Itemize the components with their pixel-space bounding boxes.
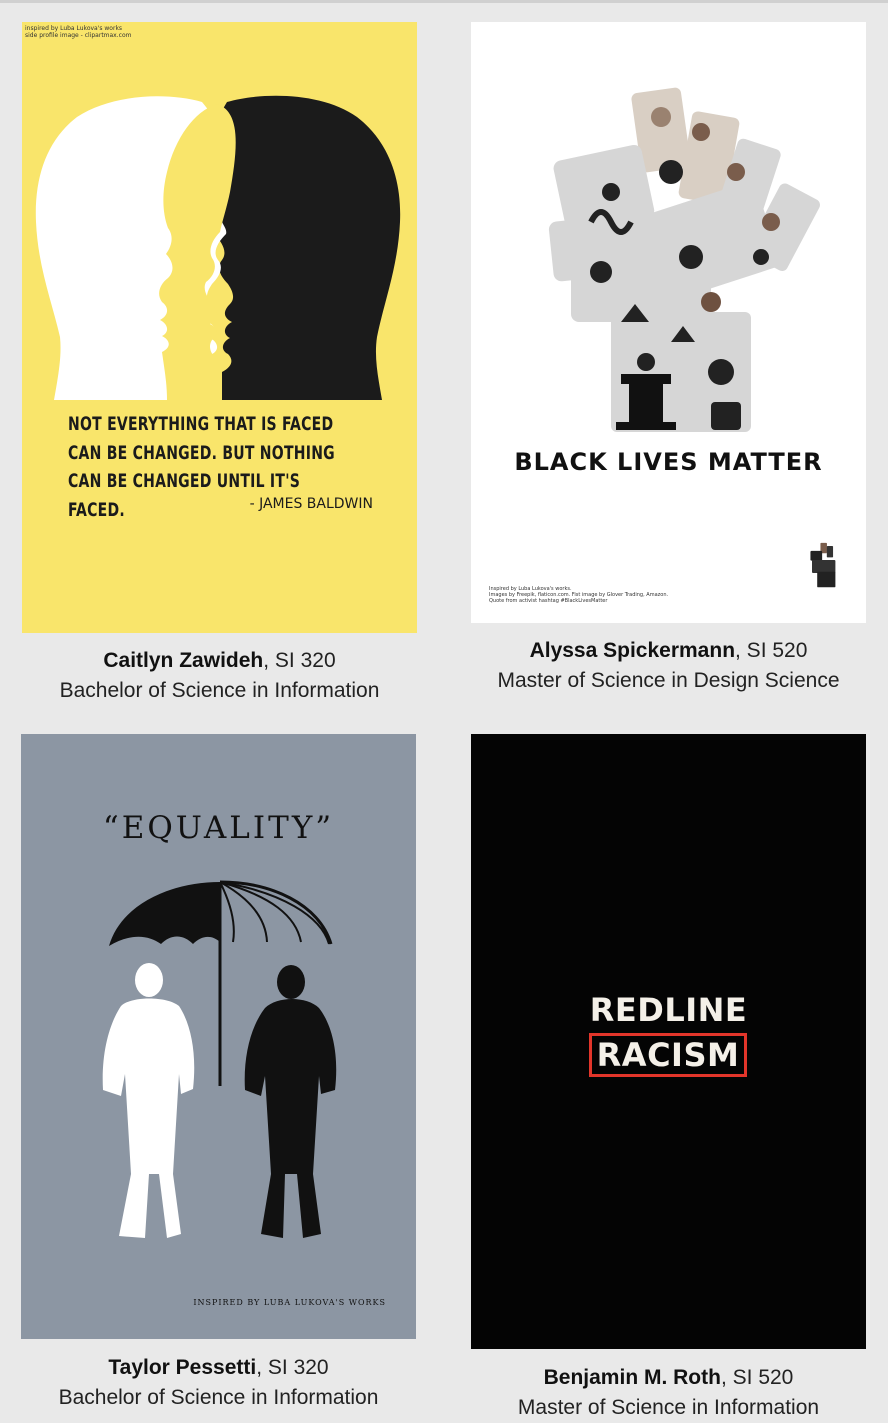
- poster-title: BLACK LIVES MATTER: [514, 448, 823, 476]
- course-code: , SI 520: [735, 639, 808, 662]
- raised-fist-illustration: [548, 87, 836, 588]
- author-name: Alyssa Spickermann: [529, 639, 736, 662]
- poster-credit: INSPIRED BY LUBA LUKOVA'S WORKS: [193, 1298, 386, 1307]
- umbrella-figures-illustration: [102, 880, 337, 1238]
- course-code: , SI 520: [720, 1366, 794, 1389]
- two-heads-illustration: [35, 95, 401, 400]
- poster-credit: Inspired by Luba Lukova's works. Images …: [489, 586, 669, 604]
- program-name: Master of Science in Information: [517, 1396, 820, 1419]
- poster-title-box: RACISM: [589, 1033, 747, 1077]
- card-caption: Caitlyn Zawideh, SI 320 Bachelor of Scie…: [22, 646, 417, 706]
- poster-attribution: - JAMES BALDWIN: [249, 496, 373, 512]
- card-caption: Taylor Pessetti, SI 320 Bachelor of Scie…: [21, 1353, 416, 1413]
- poster-black-lives-matter[interactable]: BLACK LIVES MATTER Inspired by Luba Luko…: [471, 22, 866, 623]
- poster-title-line2: RACISM: [596, 1036, 740, 1074]
- poster-redline-racism[interactable]: REDLINE RACISM: [471, 734, 866, 1349]
- course-code: , SI 320: [256, 1356, 329, 1379]
- author-name: Caitlyn Zawideh: [103, 649, 264, 672]
- card-caption: Benjamin M. Roth, SI 520 Master of Scien…: [471, 1363, 866, 1423]
- poster-faced-quote[interactable]: inspired by Luba Lukova's works side pro…: [22, 22, 417, 633]
- poster-equality[interactable]: “EQUALITY” INSPIRED BY LUBA LUKOVA'S WOR…: [21, 734, 416, 1339]
- poster-title-line1: REDLINE: [589, 991, 748, 1029]
- program-name: Bachelor of Science in Information: [58, 1386, 379, 1409]
- author-name: Taylor Pessetti: [108, 1356, 257, 1379]
- top-divider: [0, 0, 888, 3]
- program-name: Master of Science in Design Science: [497, 669, 840, 692]
- card-caption: Alyssa Spickermann, SI 520 Master of Sci…: [471, 636, 866, 696]
- course-code: , SI 320: [263, 649, 336, 672]
- program-name: Bachelor of Science in Information: [59, 679, 380, 702]
- author-name: Benjamin M. Roth: [543, 1366, 721, 1389]
